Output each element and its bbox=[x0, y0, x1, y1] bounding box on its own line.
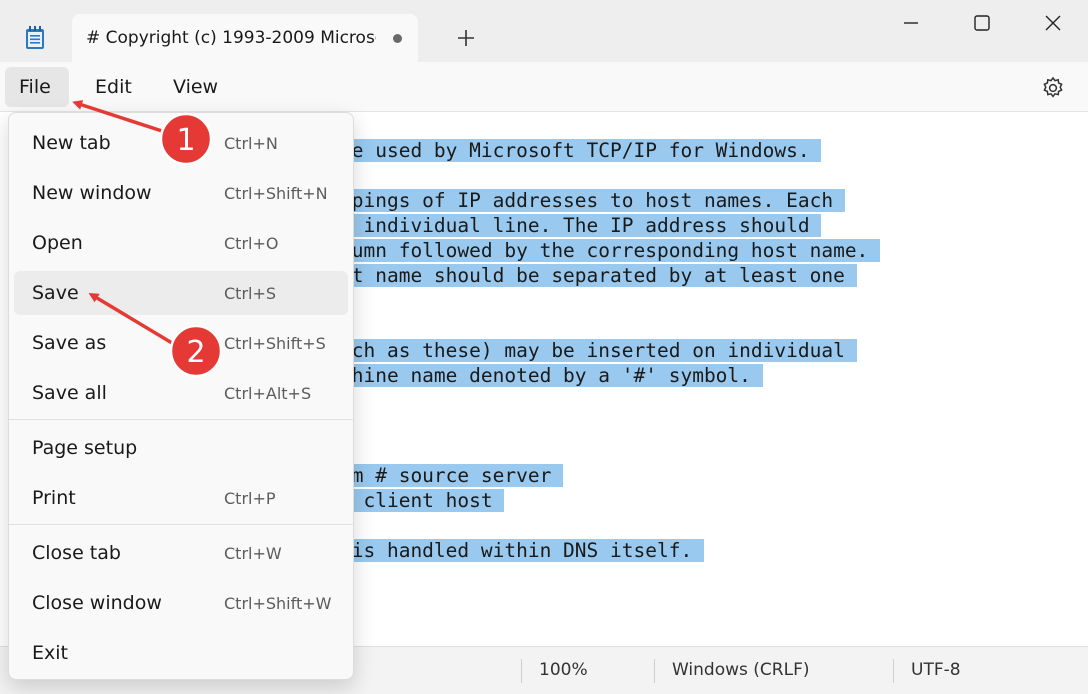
annotation-step-2: 2 bbox=[186, 335, 205, 370]
annotation-layer: 1 2 bbox=[72, 100, 223, 378]
annotation-arrow-2 bbox=[88, 292, 173, 345]
annotation-step-1: 1 bbox=[176, 123, 195, 158]
annotation-arrow-1 bbox=[72, 100, 163, 133]
